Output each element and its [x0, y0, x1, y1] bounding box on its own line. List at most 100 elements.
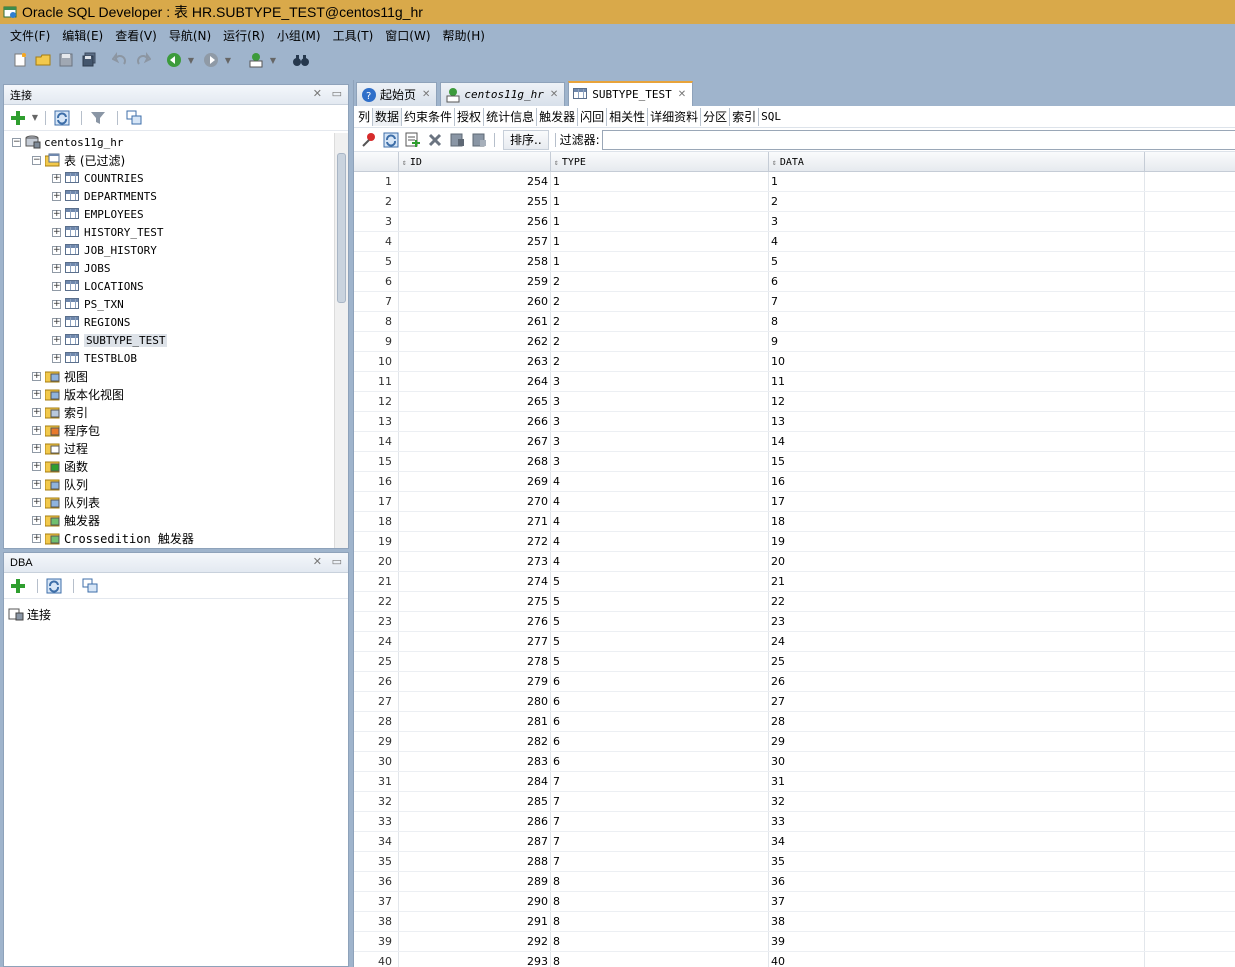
tree-node-table[interactable]: + SUBTYPE_TEST [4, 331, 334, 349]
table-row[interactable]: 29 282 6 29 [354, 732, 1235, 752]
expand-icon[interactable]: + [32, 497, 41, 507]
close-icon[interactable]: ✕ [422, 89, 430, 100]
cell-id[interactable]: 289 [399, 872, 551, 891]
cell-data[interactable]: 14 [769, 432, 1145, 451]
cell-data[interactable]: 33 [769, 812, 1145, 831]
cell-data[interactable]: 27 [769, 692, 1145, 711]
cell-data[interactable]: 8 [769, 312, 1145, 331]
cell-type[interactable]: 2 [551, 312, 769, 331]
cell-id[interactable]: 269 [399, 472, 551, 491]
tree-node-folder[interactable]: + 过程 [4, 439, 334, 457]
tree-node-folder[interactable]: + 队列 [4, 475, 334, 493]
table-row[interactable]: 19 272 4 19 [354, 532, 1235, 552]
cell-data[interactable]: 10 [769, 352, 1145, 371]
table-row[interactable]: 27 280 6 27 [354, 692, 1235, 712]
cell-id[interactable]: 282 [399, 732, 551, 751]
close-icon[interactable]: ✕ [313, 555, 322, 568]
tree-node-table[interactable]: + HISTORY_TEST [4, 223, 334, 241]
table-row[interactable]: 32 285 7 32 [354, 792, 1235, 812]
cell-id[interactable]: 274 [399, 572, 551, 591]
expand-icon[interactable]: + [32, 425, 41, 435]
refresh-icon[interactable] [52, 108, 72, 128]
cell-type[interactable]: 6 [551, 712, 769, 731]
cell-type[interactable]: 3 [551, 412, 769, 431]
table-row[interactable]: 35 288 7 35 [354, 852, 1235, 872]
table-row[interactable]: 24 277 5 24 [354, 632, 1235, 652]
scrollbar-thumb[interactable] [337, 153, 346, 303]
table-row[interactable]: 12 265 3 12 [354, 392, 1235, 412]
cell-data[interactable]: 21 [769, 572, 1145, 591]
add-connection-icon[interactable] [8, 108, 28, 128]
sub-tab-1[interactable]: 数据 [373, 107, 403, 126]
tree-node-connection[interactable]: − centos11g_hr [4, 133, 334, 151]
save-icon[interactable] [56, 50, 76, 70]
expand-icon[interactable]: + [52, 263, 61, 273]
cell-type[interactable]: 1 [551, 212, 769, 231]
cell-id[interactable]: 270 [399, 492, 551, 511]
cell-id[interactable]: 275 [399, 592, 551, 611]
delete-row-icon[interactable] [426, 131, 444, 149]
expand-icon[interactable]: + [32, 479, 41, 489]
table-row[interactable]: 21 274 5 21 [354, 572, 1235, 592]
collapse-icon[interactable]: − [12, 137, 21, 147]
cell-type[interactable]: 1 [551, 252, 769, 271]
cell-id[interactable]: 283 [399, 752, 551, 771]
cell-id[interactable]: 286 [399, 812, 551, 831]
sub-tab-3[interactable]: 授权 [455, 107, 485, 126]
table-row[interactable]: 14 267 3 14 [354, 432, 1235, 452]
cell-type[interactable]: 1 [551, 232, 769, 251]
table-row[interactable]: 20 273 4 20 [354, 552, 1235, 572]
cell-data[interactable]: 12 [769, 392, 1145, 411]
cell-type[interactable]: 8 [551, 952, 769, 967]
menu-item-3[interactable]: 导航(N) [163, 27, 217, 44]
cell-id[interactable]: 277 [399, 632, 551, 651]
cell-id[interactable]: 264 [399, 372, 551, 391]
table-row[interactable]: 38 291 8 38 [354, 912, 1235, 932]
close-icon[interactable]: ✕ [550, 89, 558, 100]
minimize-icon[interactable]: ▭ [332, 87, 342, 100]
expand-icon[interactable]: + [32, 515, 41, 525]
cell-data[interactable]: 34 [769, 832, 1145, 851]
sort-button[interactable]: 排序.. [503, 129, 549, 150]
cell-type[interactable]: 3 [551, 392, 769, 411]
tree-node-folder[interactable]: + 索引 [4, 403, 334, 421]
tab-subtype-test[interactable]: SUBTYPE_TEST ✕ [568, 81, 694, 106]
refresh-icon[interactable] [44, 576, 64, 596]
table-row[interactable]: 37 290 8 37 [354, 892, 1235, 912]
cell-data[interactable]: 26 [769, 672, 1145, 691]
column-header-id[interactable]: ⇕ ID [399, 152, 551, 172]
cell-data[interactable]: 11 [769, 372, 1145, 391]
cell-data[interactable]: 38 [769, 912, 1145, 931]
menu-item-1[interactable]: 编辑(E) [56, 27, 109, 44]
close-icon[interactable]: ✕ [313, 87, 322, 100]
cell-data[interactable]: 31 [769, 772, 1145, 791]
cell-id[interactable]: 276 [399, 612, 551, 631]
tree-node-table[interactable]: + DEPARTMENTS [4, 187, 334, 205]
table-row[interactable]: 16 269 4 16 [354, 472, 1235, 492]
tree-node-table[interactable]: + REGIONS [4, 313, 334, 331]
table-row[interactable]: 15 268 3 15 [354, 452, 1235, 472]
cell-type[interactable]: 2 [551, 272, 769, 291]
cell-id[interactable]: 266 [399, 412, 551, 431]
tree-node-folder[interactable]: + 版本化视图 [4, 385, 334, 403]
table-row[interactable]: 10 263 2 10 [354, 352, 1235, 372]
expand-icon[interactable]: + [32, 371, 41, 381]
menu-item-0[interactable]: 文件(F) [4, 27, 56, 44]
schema-browser-icon[interactable] [80, 576, 100, 596]
table-row[interactable]: 30 283 6 30 [354, 752, 1235, 772]
insert-row-icon[interactable] [404, 131, 422, 149]
table-row[interactable]: 8 261 2 8 [354, 312, 1235, 332]
tree-node-table[interactable]: + TESTBLOB [4, 349, 334, 367]
cell-type[interactable]: 3 [551, 372, 769, 391]
cell-type[interactable]: 8 [551, 892, 769, 911]
table-row[interactable]: 13 266 3 13 [354, 412, 1235, 432]
cell-type[interactable]: 8 [551, 872, 769, 891]
sub-tab-11[interactable]: SQL [759, 108, 783, 126]
table-row[interactable]: 23 276 5 23 [354, 612, 1235, 632]
expand-icon[interactable]: + [52, 299, 61, 309]
cell-data[interactable]: 22 [769, 592, 1145, 611]
table-row[interactable]: 33 286 7 33 [354, 812, 1235, 832]
undo-icon[interactable] [110, 50, 130, 70]
menu-item-4[interactable]: 运行(R) [217, 27, 271, 44]
cell-data[interactable]: 20 [769, 552, 1145, 571]
